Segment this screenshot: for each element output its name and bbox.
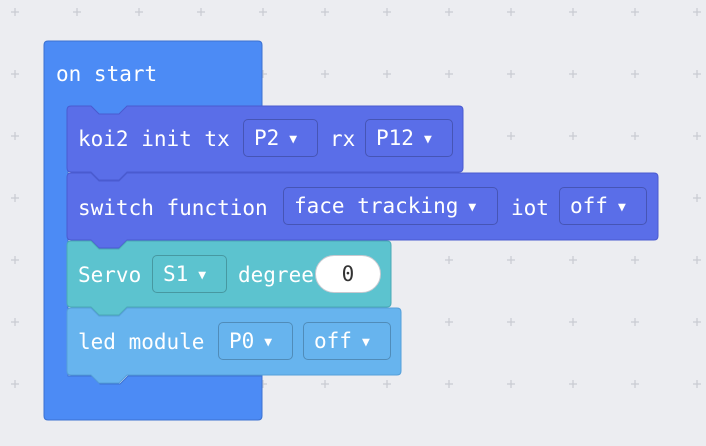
grid-cross bbox=[507, 70, 515, 78]
grid-cross bbox=[197, 8, 205, 16]
servo-dropdown[interactable]: S1 ▼ bbox=[152, 255, 227, 293]
grid-cross bbox=[569, 132, 577, 140]
grid-cross bbox=[693, 132, 701, 140]
dropdown-arrow-icon: ▼ bbox=[423, 131, 432, 147]
function-value: face tracking bbox=[294, 194, 459, 218]
dropdown-arrow-icon: ▼ bbox=[264, 334, 273, 350]
grid-cross bbox=[445, 256, 453, 264]
dropdown-arrow-icon: ▼ bbox=[617, 199, 626, 215]
grid-cross bbox=[631, 70, 639, 78]
grid-cross bbox=[11, 132, 19, 140]
on-start-label: on start bbox=[56, 62, 158, 86]
grid-cross bbox=[693, 380, 701, 388]
rx-pin-dropdown[interactable]: P12 ▼ bbox=[365, 119, 453, 157]
grid-cross bbox=[631, 132, 639, 140]
grid-cross bbox=[693, 70, 701, 78]
grid-cross bbox=[693, 318, 701, 326]
grid-cross bbox=[631, 380, 639, 388]
led-pin-value: P0 bbox=[229, 329, 255, 353]
grid-cross bbox=[445, 380, 453, 388]
grid-cross bbox=[321, 8, 329, 16]
grid-cross bbox=[693, 194, 701, 202]
iot-value: off bbox=[570, 194, 608, 218]
grid-cross bbox=[631, 8, 639, 16]
led-pin-dropdown[interactable]: P0 ▼ bbox=[218, 322, 293, 360]
dropdown-arrow-icon: ▼ bbox=[289, 131, 298, 147]
grid-cross bbox=[73, 8, 81, 16]
switch-function-label: switch function bbox=[78, 196, 268, 220]
grid-cross bbox=[11, 194, 19, 202]
grid-cross bbox=[569, 318, 577, 326]
grid-cross bbox=[11, 256, 19, 264]
grid-cross bbox=[507, 318, 515, 326]
koi2-init-label: koi2 init tx bbox=[78, 127, 230, 151]
grid-cross bbox=[693, 256, 701, 264]
dropdown-arrow-icon: ▼ bbox=[198, 267, 207, 283]
dropdown-arrow-icon: ▼ bbox=[468, 199, 477, 215]
iot-dropdown[interactable]: off ▼ bbox=[559, 187, 647, 225]
grid-cross bbox=[383, 380, 391, 388]
degree-input[interactable]: 0 bbox=[315, 255, 381, 293]
grid-cross bbox=[445, 318, 453, 326]
grid-cross bbox=[507, 8, 515, 16]
grid-cross bbox=[507, 380, 515, 388]
grid-cross bbox=[631, 318, 639, 326]
tx-pin-value: P2 bbox=[254, 126, 280, 150]
iot-label: iot bbox=[511, 196, 549, 220]
grid-cross bbox=[11, 380, 19, 388]
degree-label: degree bbox=[238, 263, 314, 287]
grid-cross bbox=[383, 8, 391, 16]
grid-cross bbox=[445, 8, 453, 16]
grid-cross bbox=[631, 256, 639, 264]
grid-cross bbox=[11, 70, 19, 78]
grid-cross bbox=[321, 70, 329, 78]
grid-cross bbox=[321, 380, 329, 388]
grid-cross bbox=[11, 8, 19, 16]
rx-pin-value: P12 bbox=[376, 126, 414, 150]
grid-cross bbox=[569, 70, 577, 78]
grid-cross bbox=[693, 8, 701, 16]
grid-cross bbox=[569, 380, 577, 388]
dropdown-arrow-icon: ▼ bbox=[361, 334, 370, 350]
tx-pin-dropdown[interactable]: P2 ▼ bbox=[243, 119, 318, 157]
grid-cross bbox=[507, 132, 515, 140]
grid-cross bbox=[11, 318, 19, 326]
servo-label: Servo bbox=[78, 263, 142, 287]
grid-cross bbox=[507, 256, 515, 264]
led-module-label: led module bbox=[78, 330, 205, 354]
grid-cross bbox=[383, 70, 391, 78]
grid-cross bbox=[569, 8, 577, 16]
led-state-dropdown[interactable]: off ▼ bbox=[303, 322, 391, 360]
grid-cross bbox=[569, 256, 577, 264]
grid-cross bbox=[445, 70, 453, 78]
servo-value: S1 bbox=[163, 262, 189, 286]
led-state-value: off bbox=[314, 329, 352, 353]
function-dropdown[interactable]: face tracking ▼ bbox=[283, 187, 498, 225]
grid-cross bbox=[259, 8, 267, 16]
rx-label: rx bbox=[330, 127, 356, 151]
grid-cross bbox=[135, 8, 143, 16]
